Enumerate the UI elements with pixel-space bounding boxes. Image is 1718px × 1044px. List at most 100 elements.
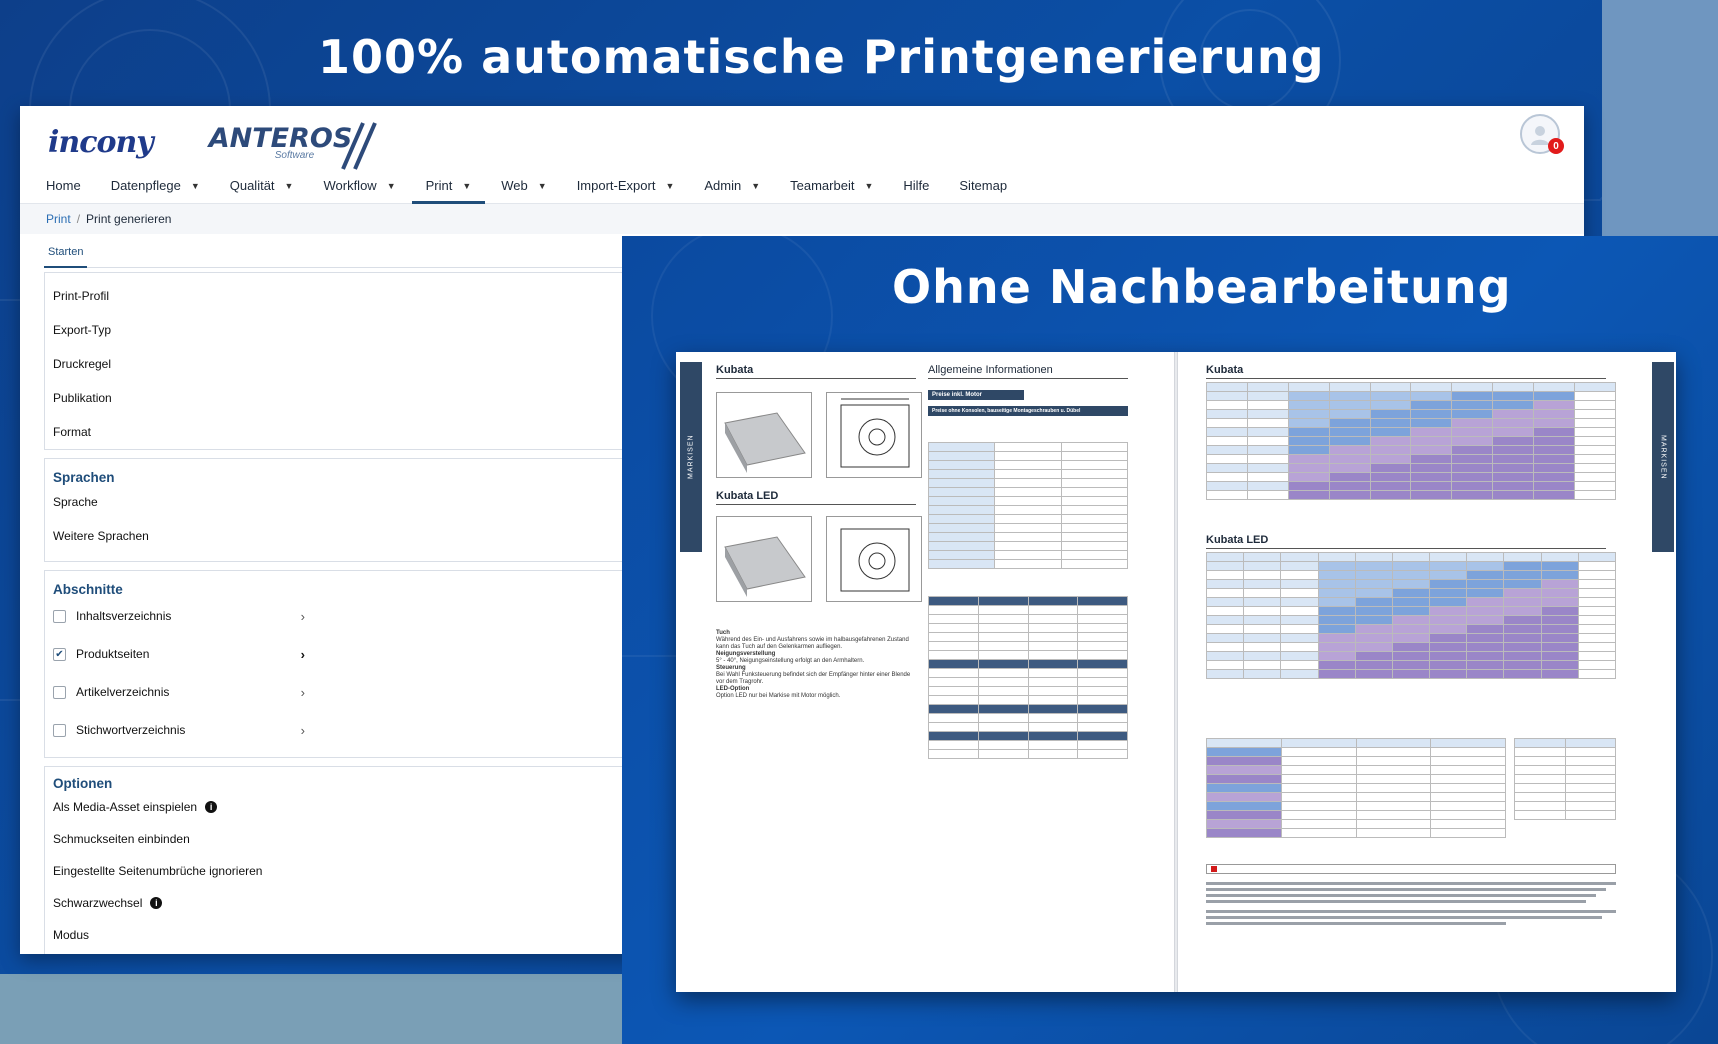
chevron-right-icon[interactable]: › [301,647,305,662]
table-cell [1246,436,1289,446]
table-cell [1246,391,1289,401]
table-cell [1451,490,1494,500]
nav-item-label: Datenpflege [110,178,181,193]
checkbox-stichwortverzeichnis[interactable] [53,723,66,737]
option-schwarzwechsel[interactable]: Schwarzwechsel i [45,887,674,919]
nav-item-workflow[interactable]: Workflow ▼ [321,168,397,204]
field-format[interactable]: Format [45,415,674,449]
table-row [1205,597,1617,607]
table-cell [1060,460,1129,470]
table-cell [1205,552,1245,562]
table-cell [1205,669,1245,679]
left-body-text: Tuch Während des Ein- und Ausfahrens sow… [716,630,916,700]
table-row [1514,738,1616,748]
chevron-down-icon: ▼ [864,180,874,191]
table-cell [1577,597,1617,607]
table-cell [1287,463,1330,473]
table-row [1206,756,1506,766]
nav-item-datenpflege[interactable]: Datenpflege ▼ [109,168,202,204]
nav-item-import-export[interactable]: Import-Export ▼ [575,168,677,204]
table-cell [927,559,996,569]
nav-item-admin[interactable]: Admin ▼ [702,168,762,204]
section-produktseiten[interactable]: ✔ Produktseiten › [45,635,305,673]
table-cell [1206,747,1282,757]
nav-item-sitemap[interactable]: Sitemap [957,168,1009,204]
table-cell [928,623,979,633]
nav-item-teamarbeit[interactable]: Teamarbeit ▼ [788,168,875,204]
table-cell [1060,532,1129,542]
table-cell [1410,418,1453,428]
table-cell [1243,579,1282,589]
table-cell [1354,570,1393,580]
chevron-right-icon[interactable]: › [301,723,305,738]
table-cell [1060,478,1129,488]
table-cell [1354,651,1393,661]
table-cell [1280,588,1319,598]
note-box [1206,864,1616,874]
table-cell [1354,552,1393,562]
nav-item-hilfe[interactable]: Hilfe [901,168,931,204]
nav-item-web[interactable]: Web ▼ [499,168,548,204]
user-avatar[interactable]: 0 [1520,114,1564,154]
nav-item-home[interactable]: Home [44,168,83,204]
table-cell [1577,651,1617,661]
table-row [1514,783,1616,793]
field-export-typ[interactable]: Export-Typ [45,313,674,347]
table-cell [1206,427,1248,437]
table-cell [1206,409,1248,419]
field-sprache[interactable]: Sprache [45,485,674,519]
table-cell [1060,559,1129,569]
field-druckregel[interactable]: Druckregel [45,347,674,381]
chevron-down-icon: ▼ [462,180,472,191]
table-cell [1328,436,1371,446]
info-icon[interactable]: i [205,801,218,813]
option-schmuckseiten-einbinden[interactable]: Schmuckseiten einbinden [45,823,674,855]
chevron-right-icon[interactable]: › [301,609,305,624]
table-cell [1328,463,1371,473]
checkbox-produktseiten[interactable]: ✔ [53,647,66,661]
info-table [927,442,1129,569]
option-als-media-asset-einspielen[interactable]: Als Media-Asset einspielen i [45,791,674,823]
section-stichwortverzeichnis[interactable]: Stichwortverzeichnis › [45,711,305,749]
table-cell [1246,481,1289,491]
nav-item-print[interactable]: Print ▼ [411,168,485,204]
table-row [927,541,1129,551]
checkbox-artikelverzeichnis[interactable] [53,685,66,699]
table-row [928,605,1128,615]
table-cell [1027,632,1079,642]
field-weitere-sprachen[interactable]: Weitere Sprachen [45,519,674,553]
table-cell [928,641,979,651]
table-row [927,505,1129,515]
anteros-logo[interactable]: ANTEROS Software [209,122,377,170]
table-cell [1369,490,1412,500]
option-eingestellte-seitenumbruche-ignorieren[interactable]: Eingestellte Seitenumbrüche ignorieren [45,855,674,887]
table-cell [1574,490,1616,500]
table-row [1206,463,1616,473]
checkbox-inhaltsverzeichnis[interactable] [53,609,66,623]
table-row [1205,651,1617,661]
table-cell [1280,660,1319,670]
table-cell [1280,792,1357,802]
incony-logo[interactable]: incony [48,125,154,160]
section-inhaltsverzeichnis[interactable]: Inhaltsverzeichnis › [45,597,305,635]
nav-item-qualitat[interactable]: Qualität ▼ [228,168,296,204]
option-label: Schmuckseiten einbinden [53,832,190,846]
table-cell [1391,561,1431,571]
table-cell [1205,561,1245,571]
chevron-right-icon[interactable]: › [301,685,305,700]
section-artikelverzeichnis[interactable]: Artikelverzeichnis › [45,673,305,711]
chevron-down-icon: ▼ [537,180,547,191]
field-print-profil[interactable]: Print-Profil [45,279,674,313]
table-cell [977,668,1029,678]
field-publikation[interactable]: Publikation [45,381,674,415]
option-modus[interactable]: Modus [45,919,674,951]
tab-starten[interactable]: Starten [44,240,88,268]
breadcrumb-link-print[interactable]: Print [46,212,71,226]
table-cell [1328,445,1371,455]
table-cell [1287,400,1330,410]
table-cell [1391,588,1431,598]
table-row [1205,588,1617,598]
notification-badge[interactable]: 0 [1548,138,1564,154]
info-icon[interactable]: i [150,897,163,909]
table-cell [1430,738,1506,748]
